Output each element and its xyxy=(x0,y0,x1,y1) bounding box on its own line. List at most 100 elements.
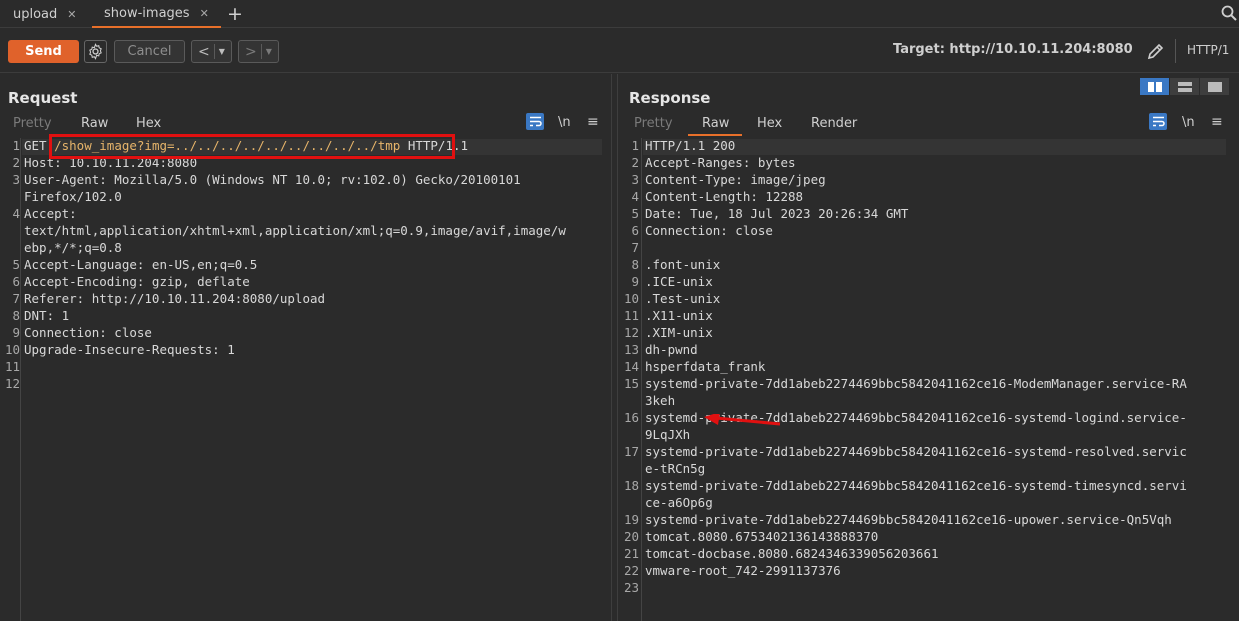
line-text: tomcat.8080.6753402136143888370 xyxy=(645,529,879,544)
toolbar: Send Cancel < ▼ > ▼ Target: http://10.10.1… xyxy=(0,28,1239,73)
line-number: 11 xyxy=(4,359,20,374)
line-text: .font-unix xyxy=(645,257,721,272)
line-text: Accept-Language: en-US,en;q=0.5 xyxy=(24,257,258,272)
newline-toggle[interactable]: \n xyxy=(558,115,571,130)
subtab-raw[interactable]: Raw xyxy=(81,116,108,131)
line-number: 23 xyxy=(623,580,639,595)
search-icon[interactable] xyxy=(1221,5,1237,25)
layout-stacked-button[interactable] xyxy=(1170,78,1199,95)
line-text: 9LqJXh xyxy=(645,427,691,442)
rows-icon xyxy=(1177,81,1192,92)
subtab-pretty[interactable]: Pretty xyxy=(634,116,673,131)
line-number: 5 xyxy=(631,206,639,221)
subtab-render[interactable]: Render xyxy=(811,116,857,131)
line-text: Accept-Ranges: bytes xyxy=(645,155,796,170)
line-text: ce-a6Op6g xyxy=(645,495,713,510)
columns-icon xyxy=(1147,81,1162,92)
line-text: .ICE-unix xyxy=(645,274,713,289)
tab-label: upload xyxy=(13,6,58,22)
line-number: 6 xyxy=(12,274,20,289)
send-button[interactable]: Send xyxy=(8,40,79,63)
forward-button[interactable]: > ▼ xyxy=(238,40,279,63)
line-text: systemd-private-7dd1abeb2274469bbc584204… xyxy=(645,478,1187,493)
chevron-right-icon: > xyxy=(245,43,257,60)
tab-upload[interactable]: upload ✕ xyxy=(13,0,77,28)
line-number: 22 xyxy=(623,563,639,578)
menu-icon[interactable]: ≡ xyxy=(1211,114,1223,130)
line-text: e-tRCn5g xyxy=(645,461,706,476)
line-text: Content-Length: 12288 xyxy=(645,189,804,204)
layout-switcher xyxy=(1140,78,1233,98)
line-number: 7 xyxy=(631,240,639,255)
line-text: systemd-private-7dd1abeb2274469bbc584204… xyxy=(645,512,1172,527)
tab-label: show-images xyxy=(104,5,190,21)
line-number: 20 xyxy=(623,529,639,544)
annotation-box xyxy=(49,134,455,159)
chevron-down-icon[interactable]: ▼ xyxy=(266,47,272,56)
newline-toggle[interactable]: \n xyxy=(1182,115,1195,130)
line-number: 8 xyxy=(12,308,20,323)
line-number: 9 xyxy=(12,325,20,340)
line-text: DNT: 1 xyxy=(24,308,70,323)
http-version-toggle[interactable]: HTTP/1 xyxy=(1187,43,1229,57)
line-number: 3 xyxy=(12,172,20,187)
line-number: 15 xyxy=(623,376,639,391)
line-number: 6 xyxy=(631,223,639,238)
pencil-icon xyxy=(1147,43,1164,60)
cancel-button[interactable]: Cancel xyxy=(114,40,185,63)
edit-target-button[interactable] xyxy=(1146,41,1166,65)
wrap-toggle[interactable] xyxy=(1149,113,1167,130)
request-panel: Request Pretty Raw Hex \n ≡ 1 GET /show_i… xyxy=(0,74,612,621)
line-number: 4 xyxy=(631,189,639,204)
tab-strip: upload ✕ show-images ✕ + xyxy=(0,0,1239,28)
line-number: 7 xyxy=(12,291,20,306)
line-text: hsperfdata_frank xyxy=(645,359,766,374)
line-number: 9 xyxy=(631,274,639,289)
response-editor[interactable]: 1 HTTP/1.1 200 2 Accept-Ranges: bytes 3 Conte… xyxy=(618,138,1239,621)
subtab-raw[interactable]: Raw xyxy=(702,116,729,131)
line-number: 4 xyxy=(12,206,20,221)
wrap-icon xyxy=(529,116,542,127)
line-text: Accept: xyxy=(24,206,77,221)
line-text: systemd-private-7dd1abeb2274469bbc584204… xyxy=(645,444,1187,459)
wrap-icon xyxy=(1152,116,1165,127)
subtab-pretty[interactable]: Pretty xyxy=(13,116,52,131)
close-icon[interactable]: ✕ xyxy=(200,7,209,20)
line-number: 19 xyxy=(623,512,639,527)
panel-title: Response xyxy=(629,89,711,107)
tab-show-images[interactable]: show-images ✕ xyxy=(92,0,221,28)
subtab-hex[interactable]: Hex xyxy=(757,116,782,131)
line-text: dh-pwnd xyxy=(645,342,698,357)
layout-side-by-side-button[interactable] xyxy=(1140,78,1169,95)
wrap-toggle[interactable] xyxy=(526,113,544,130)
menu-icon[interactable]: ≡ xyxy=(587,114,599,130)
back-button[interactable]: < ▼ xyxy=(191,40,232,63)
line-number: 2 xyxy=(12,155,20,170)
line-text: Upgrade-Insecure-Requests: 1 xyxy=(24,342,235,357)
settings-button[interactable] xyxy=(84,40,107,63)
layout-tabs-button[interactable] xyxy=(1200,78,1229,95)
line-text: tomcat-docbase.8080.6824346339056203661 xyxy=(645,546,939,561)
line-number: 12 xyxy=(4,376,20,391)
line-number: 11 xyxy=(623,308,639,323)
line-text: .Test-unix xyxy=(645,291,721,306)
line-number: 13 xyxy=(623,342,639,357)
line-number: 21 xyxy=(623,546,639,561)
chevron-down-icon[interactable]: ▼ xyxy=(219,47,225,56)
line-number: 2 xyxy=(631,155,639,170)
close-icon[interactable]: ✕ xyxy=(67,8,76,21)
line-text: Accept-Encoding: gzip, deflate xyxy=(24,274,250,289)
line-text: Connection: close xyxy=(24,325,152,340)
http-method: GET xyxy=(24,138,47,153)
request-editor[interactable]: 1 GET /show_image?img=../../../../../../.… xyxy=(0,134,611,621)
active-tab-indicator xyxy=(688,134,742,136)
subtab-hex[interactable]: Hex xyxy=(136,116,161,131)
line-text: ebp,*/*;q=0.8 xyxy=(24,240,122,255)
line-number: 3 xyxy=(631,172,639,187)
line-text: Date: Tue, 18 Jul 2023 20:26:34 GMT xyxy=(645,206,909,221)
line-number: 16 xyxy=(623,410,639,425)
line-number: 1 xyxy=(631,138,639,153)
line-number: 12 xyxy=(623,325,639,340)
add-tab-icon[interactable]: + xyxy=(227,3,243,25)
line-text: 3keh xyxy=(645,393,676,408)
